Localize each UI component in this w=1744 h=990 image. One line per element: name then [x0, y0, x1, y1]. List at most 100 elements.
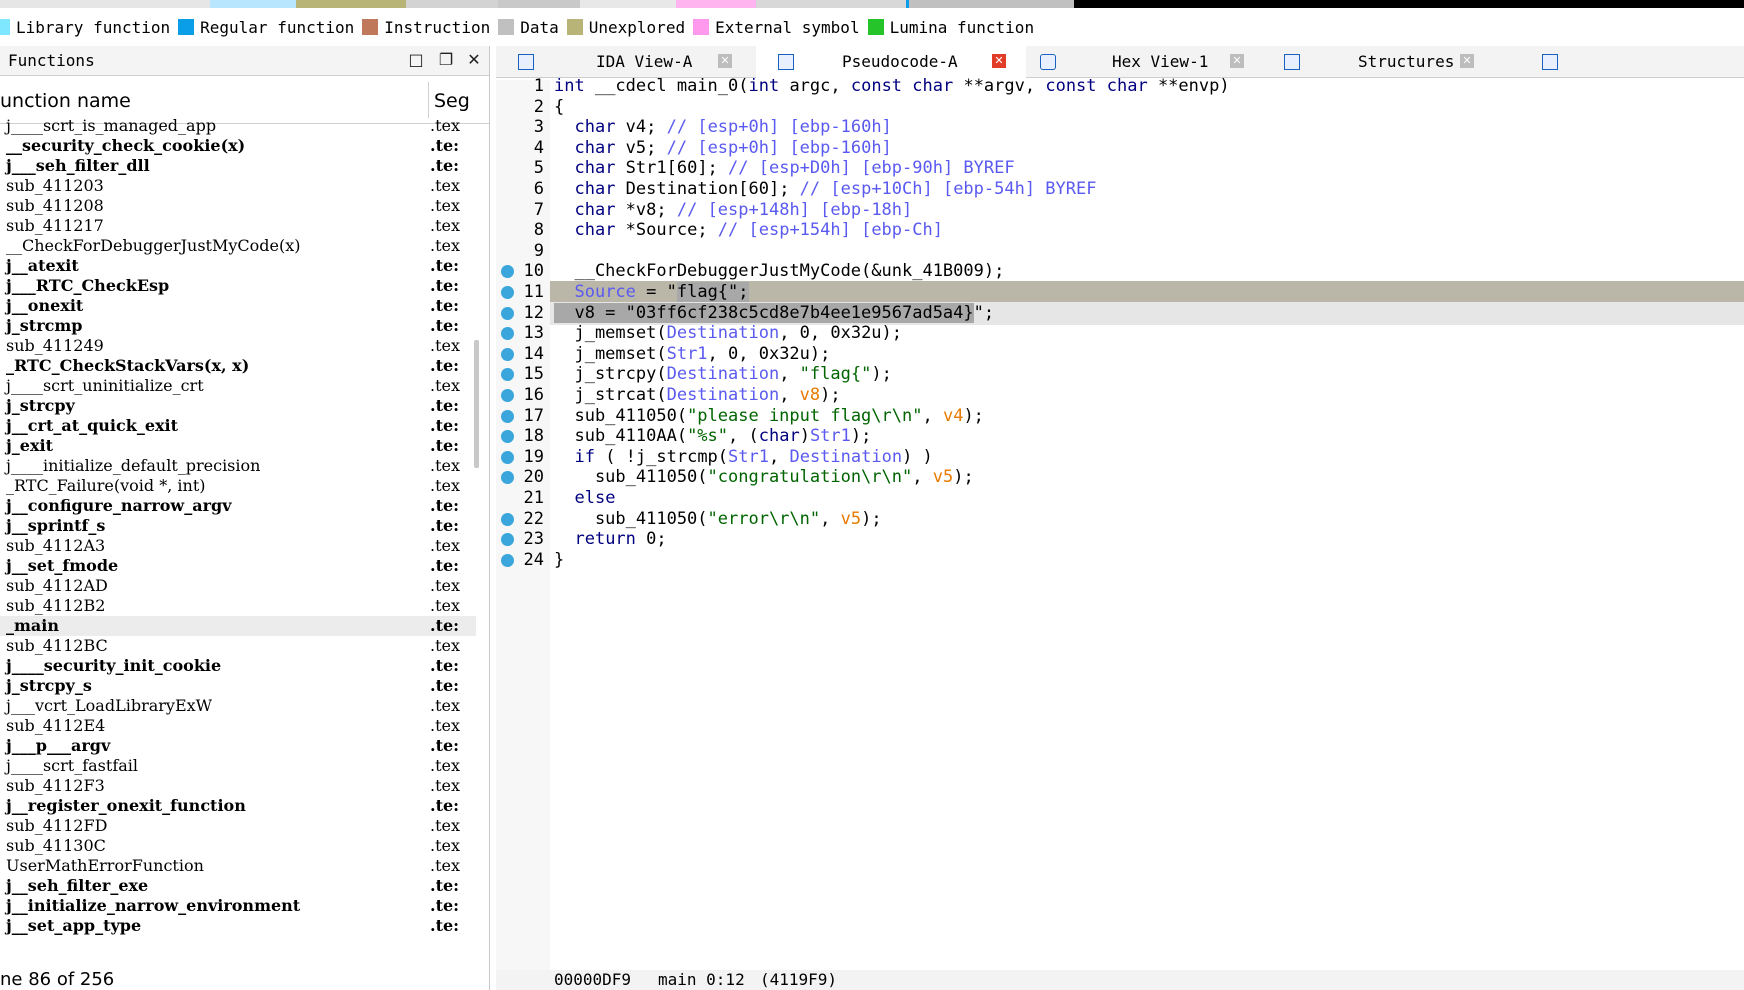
tab-hex-view-1[interactable]: Hex View-1 ✕: [1026, 46, 1270, 78]
function-list-row[interactable]: j___RTC_CheckEsp .te:: [0, 276, 476, 296]
code-line[interactable]: 21 else: [496, 487, 1744, 510]
code-text[interactable]: j_memset(Destination, 0, 0x32u);: [554, 322, 902, 345]
code-text[interactable]: char v4; // [esp+0h] [ebp-160h]: [554, 116, 891, 139]
function-list-row[interactable]: UserMathErrorFunction .tex: [0, 856, 476, 876]
code-line[interactable]: 8 char *Source; // [esp+154h] [ebp-Ch]: [496, 219, 1744, 242]
function-list-row[interactable]: j____scrt_fastfail .tex: [0, 756, 476, 776]
function-list-row[interactable]: sub_4112AD .tex: [0, 576, 476, 596]
code-line[interactable]: 22 sub_411050("error\r\n", v5);: [496, 508, 1744, 531]
code-line[interactable]: 7 char *v8; // [esp+148h] [ebp-18h]: [496, 199, 1744, 222]
code-line[interactable]: 1 int __cdecl main_0(int argc, const char…: [496, 75, 1744, 98]
function-list-row[interactable]: sub_41130C .tex: [0, 836, 476, 856]
code-line[interactable]: 16 j_strcat(Destination, v8);: [496, 384, 1744, 407]
code-text[interactable]: return 0;: [554, 528, 666, 551]
code-line[interactable]: 20 sub_411050("congratulation\r\n", v5);: [496, 466, 1744, 489]
function-list-row[interactable]: sub_4112A3 .tex: [0, 536, 476, 556]
code-line[interactable]: 9: [496, 240, 1744, 263]
column-header-function-name[interactable]: unction name: [0, 90, 131, 112]
code-line[interactable]: 5 char Str1[60]; // [esp+D0h] [ebp-90h] …: [496, 157, 1744, 180]
pseudocode-view[interactable]: 1 int __cdecl main_0(int argc, const char…: [496, 76, 1744, 970]
function-list-row[interactable]: sub_411217 .tex: [0, 216, 476, 236]
breakpoint-marker-icon[interactable]: [501, 409, 514, 423]
code-text[interactable]: char Destination[60]; // [esp+10Ch] [ebp…: [554, 178, 1096, 201]
code-text[interactable]: sub_411050("please input flag\r\n", v4);: [554, 405, 983, 428]
code-text[interactable]: j_memset(Str1, 0, 0x32u);: [554, 343, 830, 366]
function-list-row[interactable]: sub_411208 .tex: [0, 196, 476, 216]
code-text[interactable]: if ( !j_strcmp(Str1, Destination) ): [554, 446, 932, 469]
function-list-row[interactable]: j_strcmp .te:: [0, 316, 476, 336]
code-line[interactable]: 18 sub_4110AA("%s", (char)Str1);: [496, 425, 1744, 448]
breakpoint-marker-icon[interactable]: [501, 306, 514, 320]
code-text[interactable]: char *v8; // [esp+148h] [ebp-18h]: [554, 199, 912, 222]
breakpoint-marker-icon[interactable]: [501, 389, 514, 402]
code-text[interactable]: else: [554, 487, 615, 510]
code-text[interactable]: char *Source; // [esp+154h] [ebp-Ch]: [554, 219, 942, 242]
code-text[interactable]: sub_411050("congratulation\r\n", v5);: [554, 466, 974, 489]
function-list-row[interactable]: __security_check_cookie(x) .te:: [0, 136, 476, 156]
function-list-row[interactable]: sub_411249 .tex: [0, 336, 476, 356]
code-line[interactable]: 24}: [496, 549, 1744, 572]
function-list-row[interactable]: sub_411203 .tex: [0, 176, 476, 196]
code-text[interactable]: {: [554, 96, 564, 119]
close-tab-icon[interactable]: ✕: [992, 54, 1006, 68]
code-line[interactable]: 15 j_strcpy(Destination, "flag{");: [496, 363, 1744, 386]
code-line[interactable]: 10 __CheckForDebuggerJustMyCode(&unk_41B…: [496, 260, 1744, 283]
breakpoint-marker-icon[interactable]: [501, 286, 514, 299]
function-list-row[interactable]: j____scrt_is_managed_app .tex: [0, 116, 476, 136]
tab-structures[interactable]: Structures ✕: [1270, 46, 1530, 78]
breakpoint-marker-icon[interactable]: [501, 368, 514, 382]
tab-pseudocode-a[interactable]: Pseudocode-A ✕: [756, 46, 1026, 78]
function-list-row[interactable]: j_strcpy .te:: [0, 396, 476, 416]
function-list-row[interactable]: j____security_init_cookie .te:: [0, 656, 476, 676]
code-text[interactable]: v8 = "03ff6cf238c5cd8e7b4ee1e9567ad5a4}"…: [554, 302, 994, 325]
code-line[interactable]: 13 j_memset(Destination, 0, 0x32u);: [496, 322, 1744, 345]
column-header-segment[interactable]: Seg: [434, 90, 470, 112]
code-text[interactable]: sub_411050("error\r\n", v5);: [554, 508, 882, 531]
function-list-row[interactable]: _RTC_Failure(void *, int) .tex: [0, 476, 476, 496]
breakpoint-marker-icon[interactable]: [501, 347, 514, 361]
maximize-icon[interactable]: □: [406, 50, 426, 70]
code-line[interactable]: 3 char v4; // [esp+0h] [ebp-160h]: [496, 116, 1744, 139]
code-line[interactable]: 23 return 0;: [496, 528, 1744, 551]
breakpoint-marker-icon[interactable]: [501, 265, 514, 279]
function-list-row[interactable]: j__initialize_narrow_environment .te:: [0, 896, 476, 916]
close-tab-icon[interactable]: ✕: [1230, 54, 1244, 68]
function-list-row[interactable]: sub_4112FD .tex: [0, 816, 476, 836]
function-list-row[interactable]: _RTC_CheckStackVars(x, x) .te:: [0, 356, 476, 376]
function-list-row[interactable]: sub_4112BC .tex: [0, 636, 476, 656]
function-list-row[interactable]: __CheckForDebuggerJustMyCode(x) .tex: [0, 236, 476, 256]
function-list-row[interactable]: j__crt_at_quick_exit .te:: [0, 416, 476, 436]
float-window-icon[interactable]: ❐: [436, 50, 456, 70]
code-line[interactable]: 6 char Destination[60]; // [esp+10Ch] [e…: [496, 178, 1744, 201]
code-line[interactable]: 19 if ( !j_strcmp(Str1, Destination) ): [496, 446, 1744, 469]
code-line[interactable]: 12 v8 = "03ff6cf238c5cd8e7b4ee1e9567ad5a…: [496, 301, 1744, 325]
code-text[interactable]: sub_4110AA("%s", (char)Str1);: [554, 425, 871, 448]
close-tab-icon[interactable]: ✕: [718, 54, 732, 68]
function-list-row[interactable]: _main .te:: [0, 616, 476, 636]
function-list-row[interactable]: sub_4112F3 .tex: [0, 776, 476, 796]
code-text[interactable]: j_strcat(Destination, v8);: [554, 384, 840, 407]
tab-more[interactable]: [1530, 46, 1570, 78]
breakpoint-marker-icon[interactable]: [501, 533, 514, 547]
code-text[interactable]: }: [554, 549, 564, 572]
breakpoint-marker-icon[interactable]: [501, 450, 514, 464]
function-list-row[interactable]: j___p___argv .te:: [0, 736, 476, 756]
breakpoint-marker-icon[interactable]: [501, 512, 514, 526]
code-text[interactable]: char Str1[60]; // [esp+D0h] [ebp-90h] BY…: [554, 157, 1014, 180]
code-text[interactable]: char v5; // [esp+0h] [ebp-160h]: [554, 137, 891, 160]
function-list-row[interactable]: sub_4112E4 .tex: [0, 716, 476, 736]
function-list-row[interactable]: j____initialize_default_precision .tex: [0, 456, 476, 476]
breakpoint-marker-icon[interactable]: [501, 430, 514, 444]
function-list-row[interactable]: j_strcpy_s .te:: [0, 676, 476, 696]
function-list-row[interactable]: j__atexit .te:: [0, 256, 476, 276]
navigation-band[interactable]: [0, 0, 1744, 8]
code-line[interactable]: 2{: [496, 96, 1744, 119]
code-text[interactable]: __CheckForDebuggerJustMyCode(&unk_41B009…: [554, 260, 1004, 283]
function-list-row[interactable]: j____scrt_uninitialize_crt .tex: [0, 376, 476, 396]
function-list-row[interactable]: j__register_onexit_function .te:: [0, 796, 476, 816]
code-line[interactable]: 17 sub_411050("please input flag\r\n", v…: [496, 405, 1744, 428]
code-line[interactable]: 11 Source = "flag{";: [496, 281, 1744, 304]
function-list-row[interactable]: j__onexit .te:: [0, 296, 476, 316]
code-line[interactable]: 4 char v5; // [esp+0h] [ebp-160h]: [496, 137, 1744, 160]
breakpoint-marker-icon[interactable]: [501, 327, 514, 341]
